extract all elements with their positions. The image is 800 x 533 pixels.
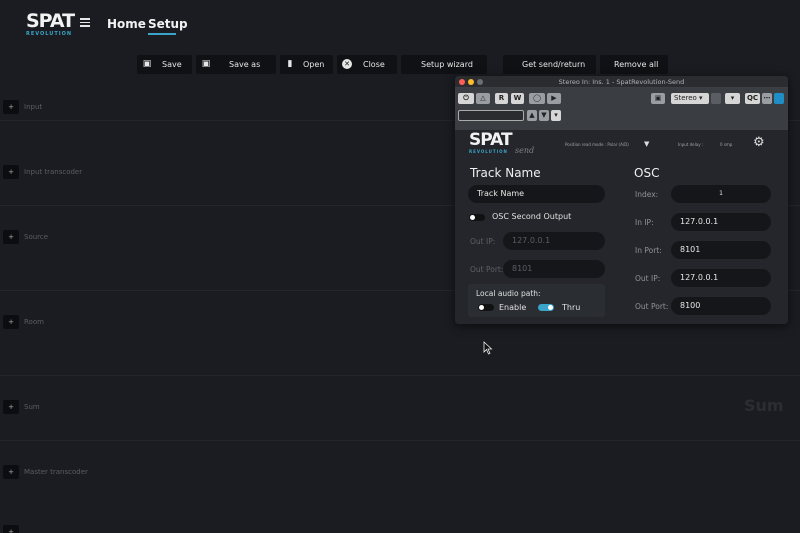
floppy-icon: ▣: [201, 59, 211, 69]
section-input: + Input: [0, 100, 200, 114]
power-icon[interactable]: ⏻: [458, 93, 474, 104]
osc-second-output-label: OSC Second Output: [492, 212, 572, 221]
spat-logo: SPAT REVOLUTION: [26, 10, 75, 38]
camera-icon[interactable]: ▣: [651, 93, 665, 104]
add-icon[interactable]: +: [3, 465, 19, 479]
host-toolbar: ⏻ △ R W ◯ ▶ ▣ Stereo ▾ ▾ QC ⋯ ▲ ▼ ▾: [455, 88, 788, 130]
floppy-icon: ▣: [142, 59, 152, 69]
in-ip-label: In IP:: [635, 218, 654, 227]
chevron-down-icon[interactable]: ▼: [644, 140, 649, 148]
save-button[interactable]: ▣ Save: [137, 55, 192, 74]
input-delay-label: Input delay :: [678, 142, 704, 147]
osc-out-port-label: Out Port:: [635, 302, 669, 311]
section-source: + Source: [0, 230, 200, 244]
format-select[interactable]: Stereo ▾: [671, 93, 709, 104]
section-room: + Room: [0, 315, 200, 329]
add-icon[interactable]: +: [3, 315, 19, 329]
osc-out-ip-input[interactable]: 127.0.0.1: [671, 269, 771, 287]
preset-menu-icon[interactable]: ▾: [551, 110, 561, 121]
index-label: Index:: [635, 190, 659, 199]
qc-button[interactable]: QC: [745, 93, 760, 104]
osc-out-ip-label: Out IP:: [635, 274, 661, 283]
input-delay-value[interactable]: 0 smp: [720, 142, 732, 147]
add-icon[interactable]: +: [3, 230, 19, 244]
osc-heading: OSC: [634, 166, 660, 180]
section-input-transcoder: + Input transcoder: [0, 165, 200, 179]
out-port-input[interactable]: 8101: [503, 260, 605, 278]
hamburger-menu-icon[interactable]: [80, 18, 90, 28]
in-ip-input[interactable]: 127.0.0.1: [671, 213, 771, 231]
read-automation-button[interactable]: R: [495, 93, 508, 104]
track-name-input[interactable]: Track Name: [468, 185, 605, 203]
preset-select[interactable]: ▾: [725, 93, 740, 104]
in-port-input[interactable]: 8101: [671, 241, 771, 259]
plugin-title-bar[interactable]: Stereo In: Ins. 1 - SpatRevolution-Send: [455, 76, 788, 88]
out-ip-label: Out IP:: [470, 237, 496, 246]
add-icon[interactable]: +: [3, 165, 19, 179]
preset-name-field[interactable]: [458, 110, 524, 121]
folder-icon: ▮: [287, 59, 293, 69]
color-swatch[interactable]: [774, 93, 784, 104]
add-icon[interactable]: +: [3, 100, 19, 114]
nav-home[interactable]: Home: [107, 17, 146, 31]
setup-wizard-button[interactable]: Setup wizard: [401, 55, 487, 74]
top-bar: SPAT REVOLUTION Home Setup: [0, 0, 800, 48]
plugin-window[interactable]: Stereo In: Ins. 1 - SpatRevolution-Send …: [455, 76, 788, 324]
add-icon[interactable]: +: [3, 525, 19, 533]
divider: [0, 440, 800, 441]
close-button[interactable]: ✕ Close: [337, 55, 397, 74]
local-audio-path-box: Local audio path: Enable Thru: [468, 284, 605, 317]
bypass-icon[interactable]: ◯: [529, 93, 545, 104]
nav-setup[interactable]: Setup: [148, 17, 188, 31]
open-button[interactable]: ▮ Open: [280, 55, 333, 74]
index-input[interactable]: 1: [671, 185, 771, 203]
plugin-title: Stereo In: Ins. 1 - SpatRevolution-Send: [558, 78, 685, 86]
get-send-return-button[interactable]: Get send/return: [503, 55, 596, 74]
prev-preset-icon[interactable]: ▲: [527, 110, 537, 121]
logo-text: SPAT: [26, 10, 75, 32]
plugin-body: SPAT REVOLUTION send Position read mode …: [455, 130, 788, 324]
track-name-heading: Track Name: [470, 166, 541, 180]
position-mode-select[interactable]: Position read mode : Polar (A/D): [565, 142, 629, 147]
divider: [0, 375, 800, 376]
section-master-transcoder: + Master transcoder: [0, 465, 200, 479]
osc-out-port-input[interactable]: 8100: [671, 297, 771, 315]
section-sum: + Sum: [0, 400, 200, 414]
sidechain-icon[interactable]: ▶: [547, 93, 561, 104]
thru-toggle[interactable]: [538, 304, 554, 311]
mouse-pointer-icon: [483, 341, 493, 355]
close-icon: ✕: [342, 59, 352, 69]
osc-second-output-toggle[interactable]: [469, 214, 485, 221]
in-port-label: In Port:: [635, 246, 662, 255]
remove-all-button[interactable]: Remove all: [600, 55, 668, 74]
next-preset-icon[interactable]: ▼: [539, 110, 549, 121]
out-ip-input[interactable]: 127.0.0.1: [503, 232, 605, 250]
spat-send-logo: SPAT REVOLUTION send: [469, 130, 535, 156]
settings-gear-icon[interactable]: ⚙: [753, 135, 765, 150]
lock-icon[interactable]: ⋯: [762, 93, 772, 104]
section-more: +: [0, 525, 200, 533]
add-icon[interactable]: +: [3, 400, 19, 414]
compare-icon[interactable]: △: [476, 93, 490, 104]
active-tab-underline: [148, 33, 176, 35]
watermark-text: Sum: [744, 396, 784, 415]
save-as-button[interactable]: ▣ Save as: [196, 55, 276, 74]
write-automation-button[interactable]: W: [511, 93, 524, 104]
link-toggle[interactable]: [711, 93, 721, 104]
enable-toggle[interactable]: [478, 304, 494, 311]
out-port-label: Out Port:: [470, 265, 504, 274]
logo-subtext: REVOLUTION: [26, 31, 73, 37]
